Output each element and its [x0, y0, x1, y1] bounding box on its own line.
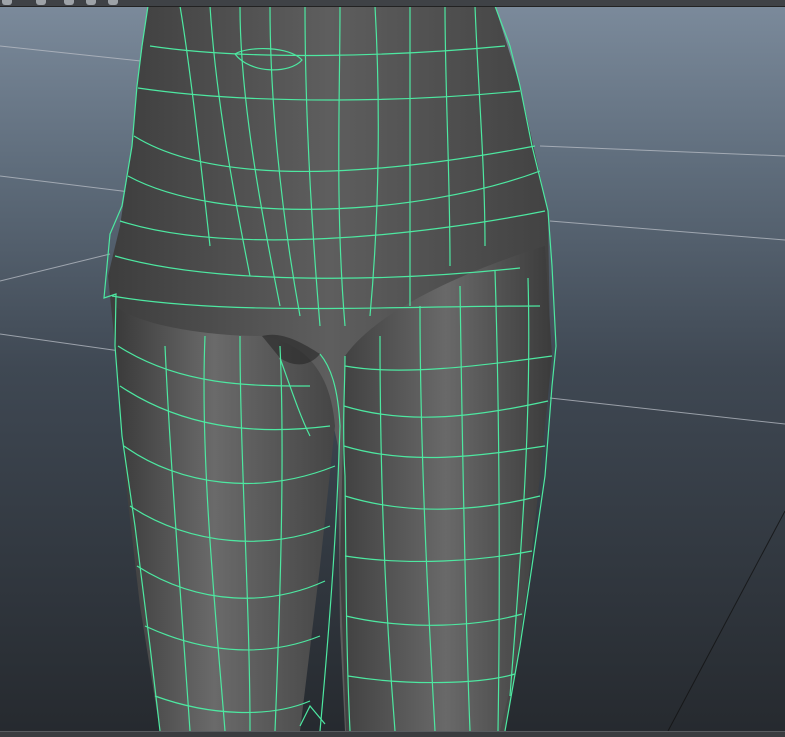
- move-tool-icon[interactable]: [86, 0, 96, 5]
- grid-line: [549, 220, 785, 241]
- select-tool-icon[interactable]: [2, 0, 12, 5]
- rotate-tool-icon[interactable]: [108, 0, 118, 5]
- grid-line: [0, 333, 121, 352]
- grid-line: [539, 145, 785, 157]
- mesh-left-leg: [115, 306, 335, 731]
- status-bar: [0, 731, 785, 737]
- character-mesh[interactable]: [108, 6, 552, 731]
- maya-application: [0, 0, 785, 737]
- paint-tool-icon[interactable]: [64, 0, 74, 5]
- grid-line: [0, 253, 111, 282]
- viewport-scene: [0, 6, 785, 731]
- toolbar: [0, 0, 785, 7]
- grid-line: [0, 175, 131, 193]
- lasso-tool-icon[interactable]: [36, 0, 46, 5]
- perspective-viewport[interactable]: [0, 6, 785, 731]
- grid-line: [667, 510, 785, 731]
- grid-line: [549, 397, 785, 425]
- grid-line: [0, 45, 151, 63]
